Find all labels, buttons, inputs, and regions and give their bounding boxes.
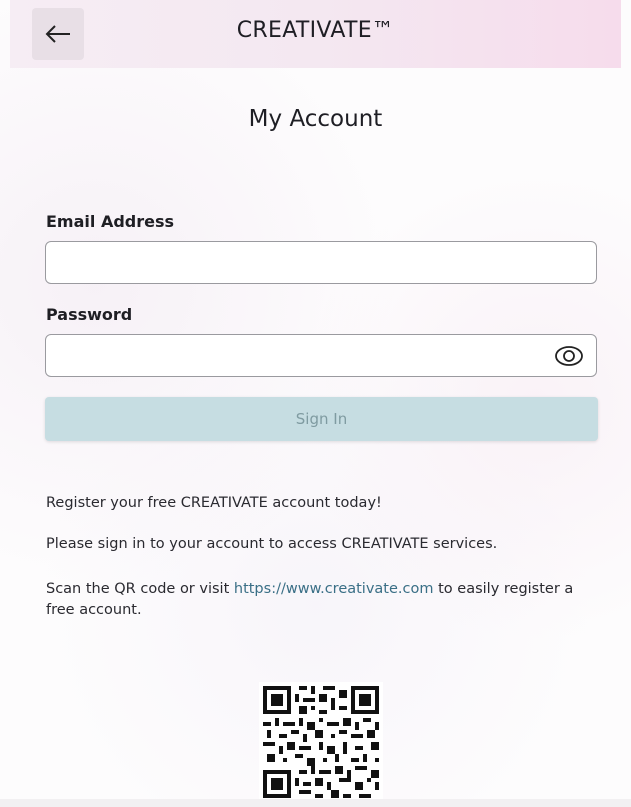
email-field[interactable]	[46, 242, 596, 283]
password-field-container	[45, 334, 597, 377]
password-visibility-toggle[interactable]	[554, 344, 584, 368]
scan-text-prefix: Scan the QR code or visit	[46, 581, 234, 597]
password-label: Password	[46, 305, 133, 324]
qr-code	[259, 682, 383, 806]
app-title: CREATIVATE™	[236, 18, 395, 43]
bottom-divider	[0, 799, 631, 807]
sign-in-button[interactable]: Sign In	[45, 397, 598, 441]
email-field-container	[45, 241, 597, 284]
page-title: My Account	[248, 106, 383, 132]
email-label: Email Address	[46, 212, 175, 231]
signin-info-text: Please sign in to your account to access…	[46, 536, 498, 552]
password-field[interactable]	[46, 335, 596, 376]
scan-info-text: Scan the QR code or visit https://www.cr…	[46, 579, 601, 621]
eye-icon	[555, 346, 583, 366]
app-header: CREATIVATE™	[10, 0, 621, 68]
qr-code-icon	[259, 682, 383, 802]
register-link[interactable]: https://www.creativate.com	[234, 581, 434, 597]
register-text: Register your free CREATIVATE account to…	[46, 495, 382, 511]
